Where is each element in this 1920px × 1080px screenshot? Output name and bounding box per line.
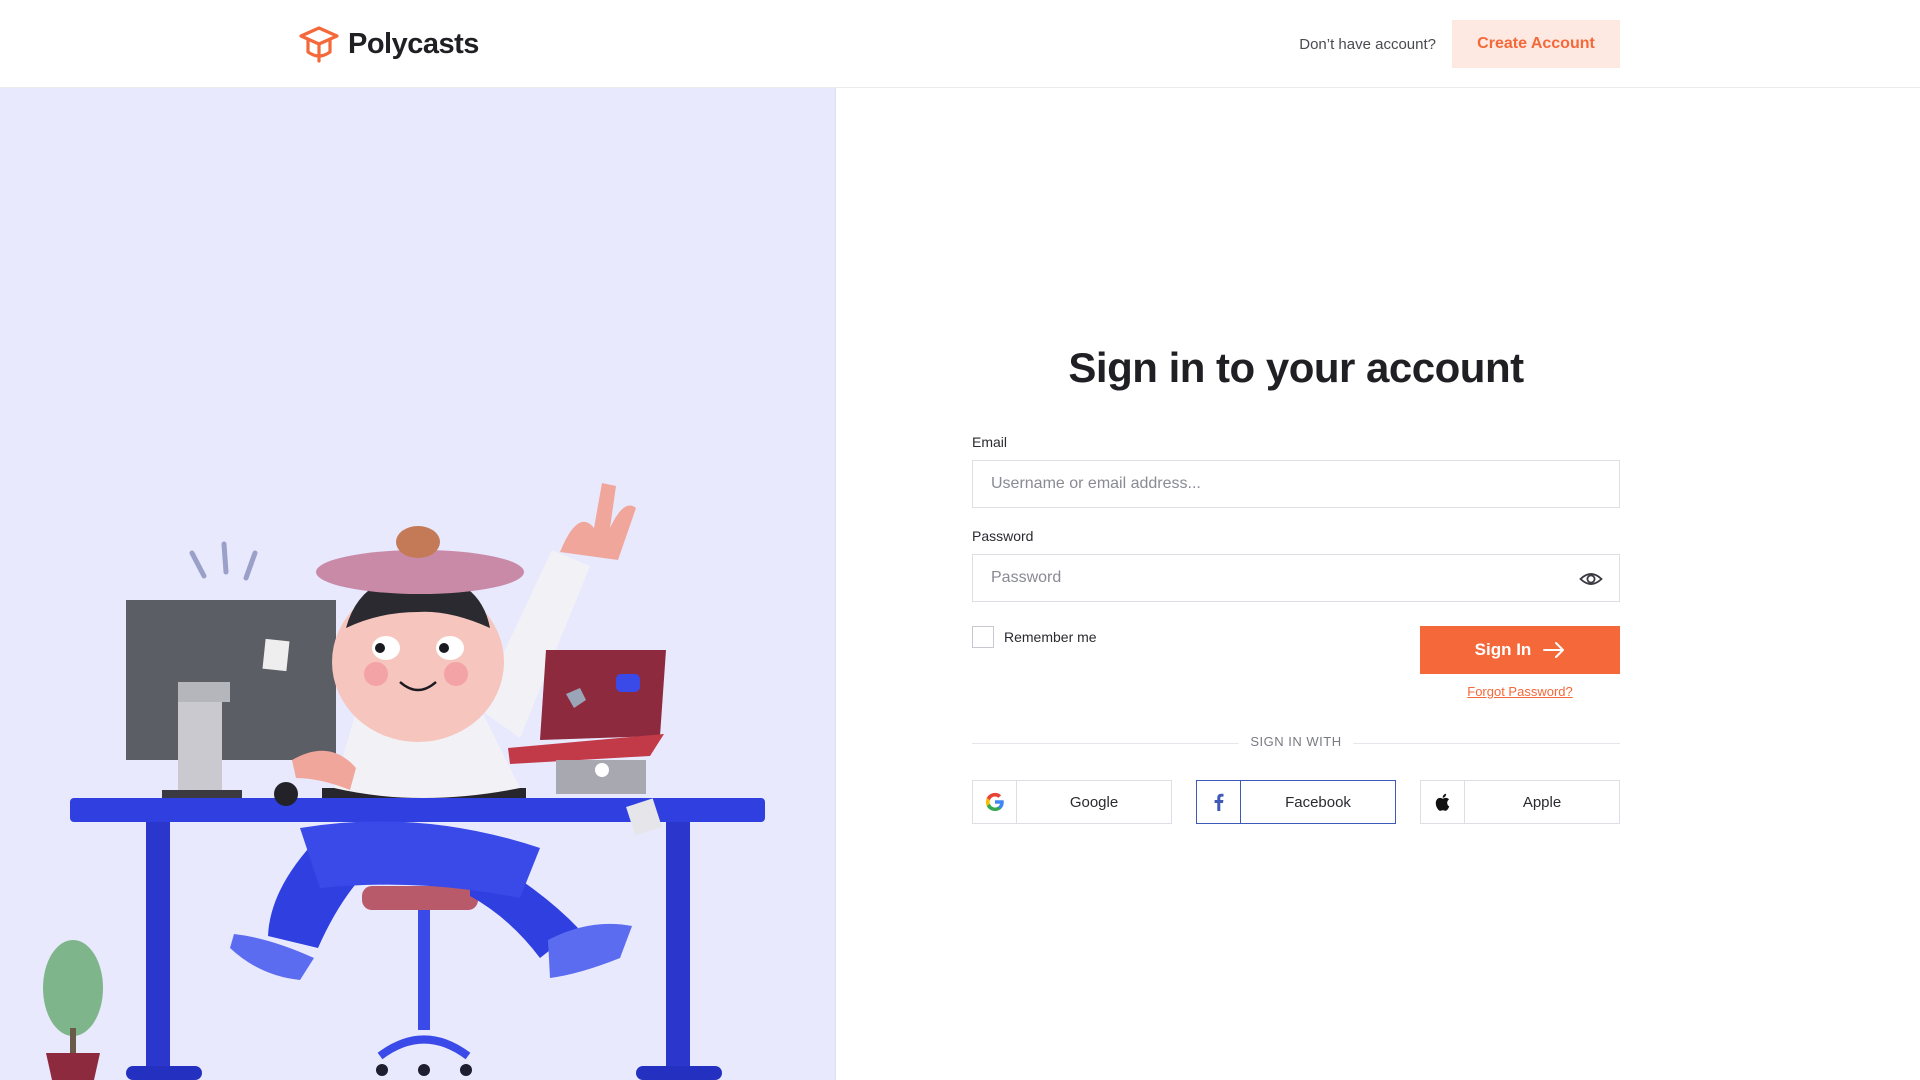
email-input[interactable] (973, 461, 1619, 507)
sign-in-with-label: SIGN IN WITH (1238, 734, 1354, 749)
apple-label: Apple (1522, 793, 1562, 811)
google-sign-in-button[interactable]: Google (972, 780, 1172, 824)
workspace-illustration (43, 483, 765, 1080)
facebook-label: Facebook (1285, 793, 1351, 811)
graduation-cap-icon (299, 26, 339, 63)
header-actions: Don’t have account? Create Account (1299, 20, 1620, 68)
password-input[interactable] (973, 555, 1619, 601)
chair (362, 886, 478, 1076)
facebook-sign-in-button[interactable]: Facebook (1196, 780, 1396, 824)
email-label: Email (972, 434, 1008, 450)
brand-name: Polycasts (348, 27, 479, 60)
motion-lines (189, 541, 258, 581)
potted-plant (43, 940, 103, 1080)
remember-me-checkbox[interactable] (972, 626, 994, 648)
illustration-panel (0, 88, 836, 1080)
google-label: Google (1069, 793, 1119, 811)
facebook-icon (1214, 793, 1223, 811)
remember-me[interactable]: Remember me (972, 626, 1097, 648)
remember-me-label: Remember me (1004, 629, 1097, 645)
top-header: Polycasts Don’t have account? Create Acc… (0, 0, 1920, 88)
apple-icon (1435, 793, 1449, 811)
no-account-text: Don’t have account? (1299, 35, 1436, 53)
password-label: Password (972, 528, 1034, 544)
create-account-button[interactable]: Create Account (1452, 20, 1620, 68)
google-icon (985, 792, 1004, 811)
page-title: Sign in to your account (1068, 344, 1524, 391)
brand-logo[interactable]: Polycasts (298, 24, 479, 64)
forgot-password-link[interactable]: Forgot Password? (1420, 684, 1620, 699)
arrow-right-icon (1543, 642, 1565, 658)
sign-in-label: Sign In (1474, 640, 1532, 659)
eye-icon[interactable] (1579, 567, 1603, 591)
apple-sign-in-button[interactable]: Apple (1420, 780, 1620, 824)
password-field[interactable] (972, 554, 1620, 602)
sign-in-button[interactable]: Sign In (1420, 626, 1620, 674)
email-field[interactable] (972, 460, 1620, 508)
